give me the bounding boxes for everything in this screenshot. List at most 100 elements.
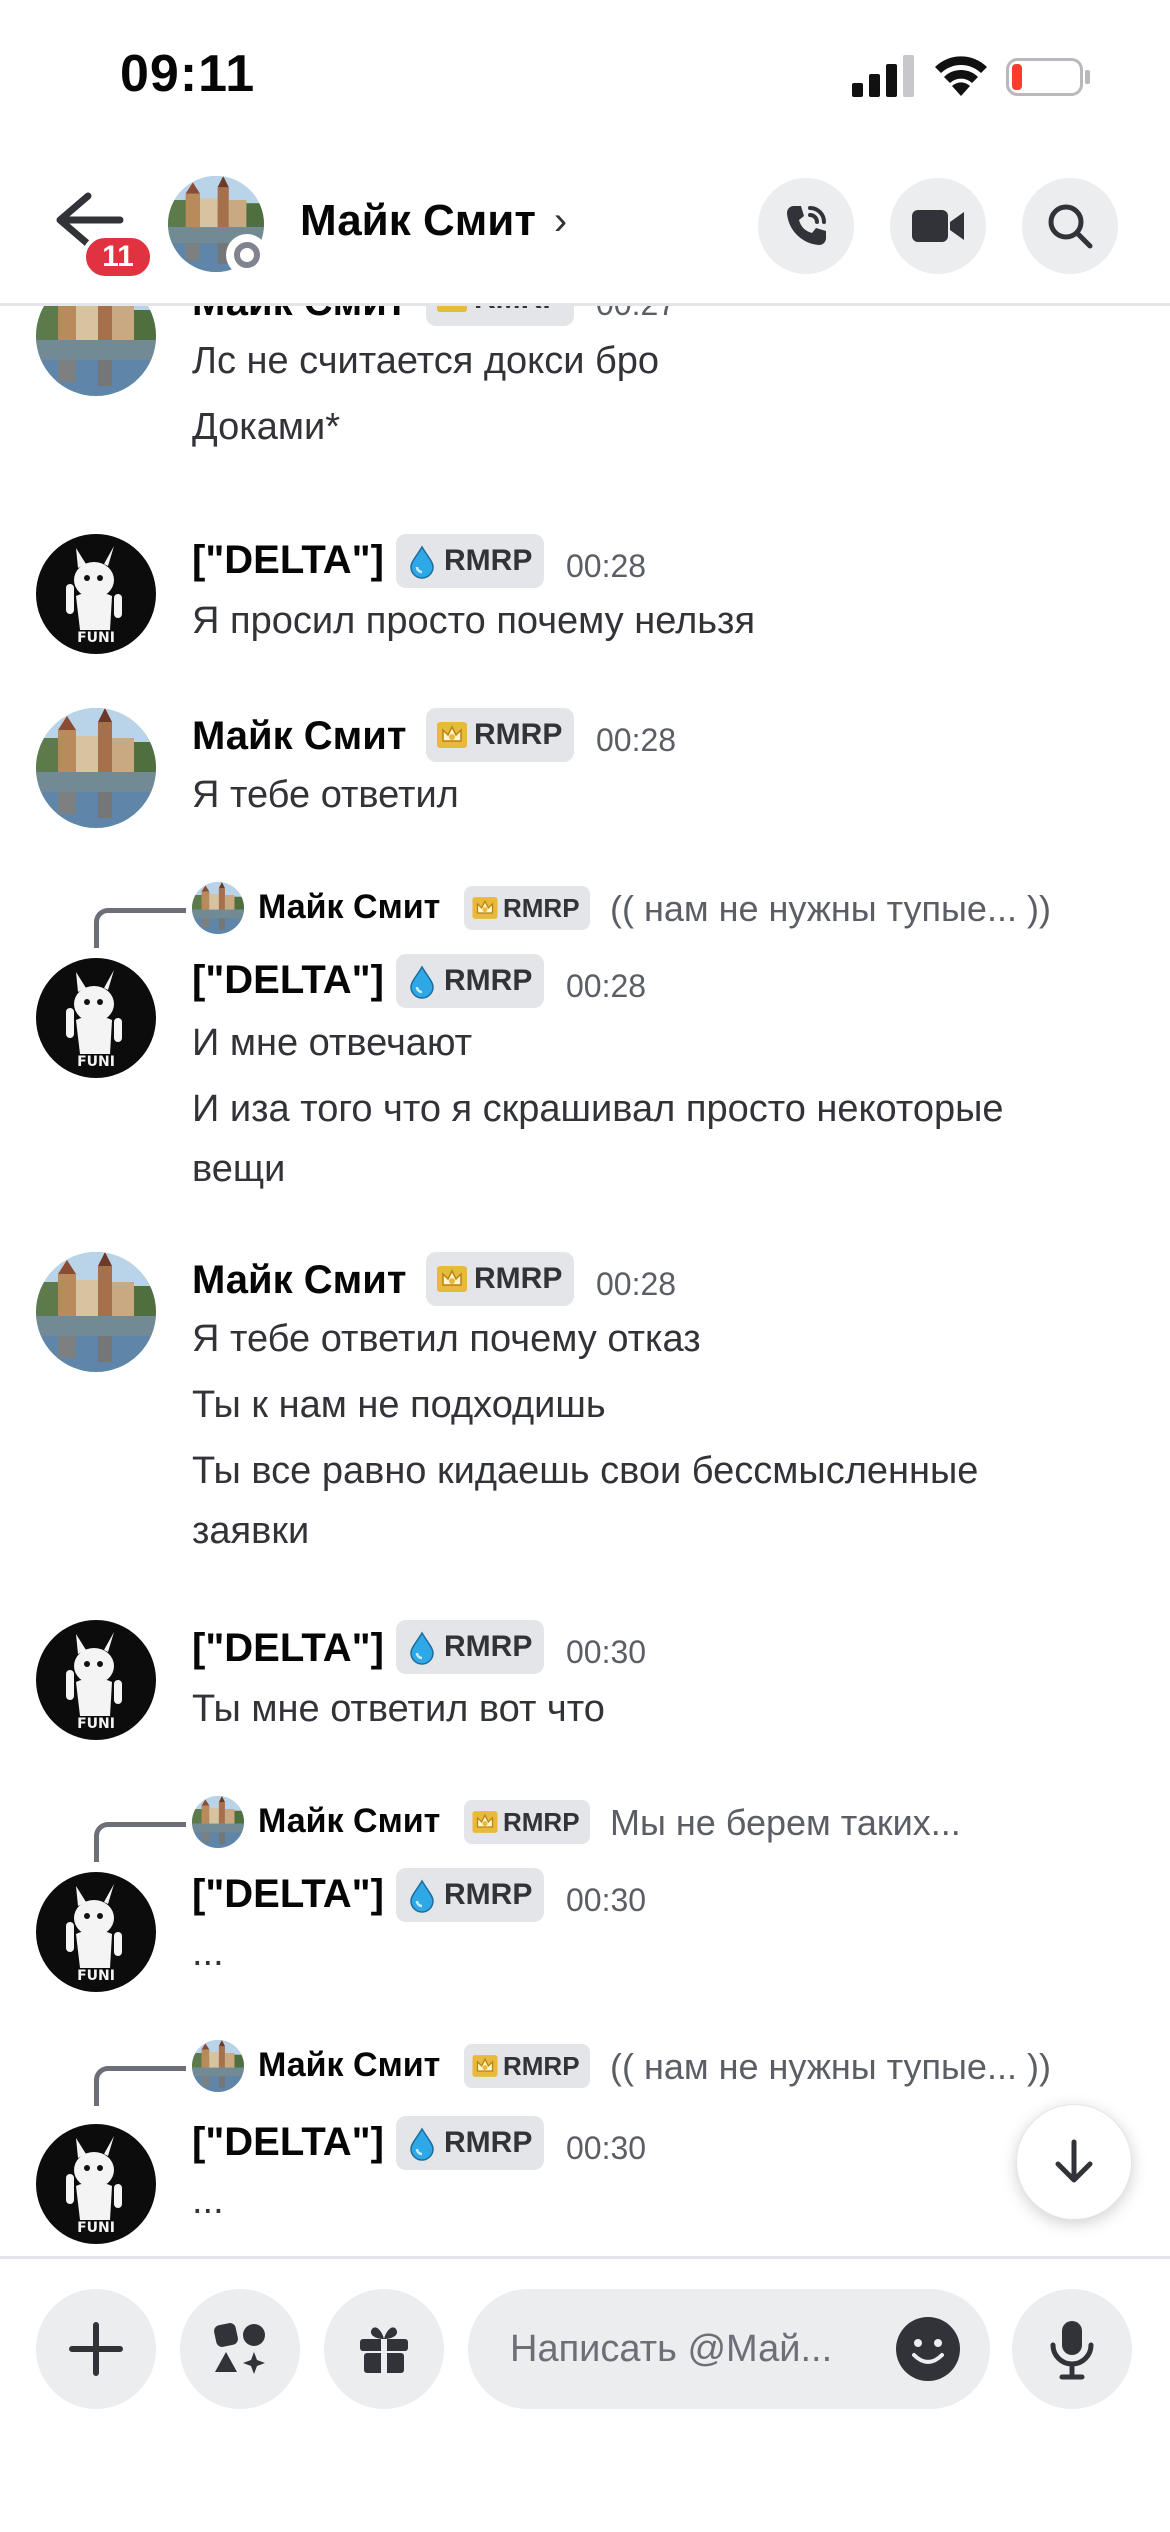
role-tag[interactable]: RMRP	[396, 1620, 545, 1674]
search-button[interactable]	[1022, 178, 1118, 274]
message-list[interactable]: Майк Смит RMRP 00:27 Лс не считается док…	[0, 306, 1170, 2256]
message-author[interactable]: ["DELTA"]	[192, 1626, 384, 1671]
drop-badge-icon	[404, 2125, 440, 2161]
reply-preview-text[interactable]: (( нам не нужны тупые... ))	[610, 888, 1051, 930]
role-tag[interactable]: RMRP	[464, 886, 590, 930]
page-title: Майк Смит	[300, 196, 536, 245]
message-author[interactable]: ["DELTA"]	[192, 958, 384, 1003]
apps-button[interactable]	[180, 2289, 300, 2409]
role-tag[interactable]: RMRP	[426, 306, 575, 326]
battery-low-icon	[1006, 58, 1090, 96]
role-tag[interactable]: RMRP	[396, 534, 545, 588]
camera-icon	[912, 210, 964, 242]
role-tag[interactable]: RMRP	[396, 954, 545, 1008]
message-timestamp: 00:27	[596, 306, 676, 323]
reply-connector	[94, 2066, 186, 2106]
message-timestamp: 00:28	[566, 968, 647, 1004]
message-timestamp: 00:28	[566, 548, 647, 584]
drop-badge-icon	[404, 1877, 440, 1913]
message-text: Доками*	[192, 406, 341, 448]
message-text: Ты мне ответил вот что	[192, 1688, 605, 1730]
reply-preview-text[interactable]: Мы не берем таких...	[610, 1802, 961, 1844]
search-icon	[1048, 204, 1093, 249]
message-author[interactable]: Майк Смит	[192, 714, 406, 759]
message-text: Я тебе ответил почему отказ	[192, 1318, 701, 1360]
message-text: И мне отвечают	[192, 1022, 473, 1064]
crown-badge-icon	[434, 306, 470, 317]
avatar[interactable]	[36, 534, 156, 654]
message-timestamp: 00:30	[566, 1634, 647, 1670]
role-tag[interactable]: RMRP	[464, 1800, 590, 1844]
message-text: вещи	[192, 1148, 286, 1190]
jump-to-latest-button[interactable]	[1016, 2104, 1132, 2220]
reply-author[interactable]: Майк Смит	[258, 1802, 440, 1841]
message-composer: Написать @Май...	[0, 2256, 1170, 2532]
avatar[interactable]	[36, 1872, 156, 1992]
conversation-title[interactable]: Майк Смит ›	[300, 196, 567, 246]
message-author[interactable]: Майк Смит	[192, 1258, 406, 1303]
message-input-placeholder: Написать @Май...	[510, 2327, 833, 2370]
avatar[interactable]	[36, 708, 156, 828]
crown-badge-icon	[434, 1261, 470, 1297]
emoji-icon[interactable]	[894, 2315, 962, 2383]
reply-author[interactable]: Майк Смит	[258, 2046, 440, 2085]
crown-badge-icon	[470, 893, 500, 923]
message-text: ...	[192, 1932, 224, 1974]
reply-connector	[94, 1822, 186, 1862]
message-text: Лс не считается докси бро	[192, 340, 660, 382]
message-input[interactable]: Написать @Май...	[468, 2289, 990, 2409]
message-author[interactable]: ["DELTA"]	[192, 538, 384, 583]
role-tag[interactable]: RMRP	[396, 2116, 545, 2170]
role-tag[interactable]: RMRP	[464, 2044, 590, 2088]
plus-icon	[69, 2322, 123, 2376]
message-text: ...	[192, 2180, 224, 2222]
add-attachment-button[interactable]	[36, 2289, 156, 2409]
status-bar: 09:11	[0, 0, 1170, 150]
phone-icon	[787, 206, 826, 245]
microphone-icon	[1050, 2321, 1094, 2380]
role-tag[interactable]: RMRP	[426, 708, 575, 762]
status-time: 09:11	[120, 45, 256, 103]
message-author[interactable]: ["DELTA"]	[192, 1872, 384, 1917]
role-tag[interactable]: RMRP	[426, 1252, 575, 1306]
message-text: заявки	[192, 1510, 310, 1552]
conversation-header: 11 Майк Смит ›	[0, 150, 1170, 306]
message-author[interactable]: ["DELTA"]	[192, 2120, 384, 2165]
reply-preview-text[interactable]: (( нам не нужны тупые... ))	[610, 2046, 1051, 2088]
avatar[interactable]	[192, 882, 244, 934]
drop-badge-icon	[404, 1629, 440, 1665]
avatar[interactable]	[36, 958, 156, 1078]
gift-icon	[360, 2327, 408, 2373]
avatar[interactable]	[36, 1620, 156, 1740]
gift-button[interactable]	[324, 2289, 444, 2409]
avatar[interactable]	[192, 1796, 244, 1848]
avatar[interactable]	[192, 2040, 244, 2092]
role-tag[interactable]: RMRP	[396, 1868, 545, 1922]
chevron-right-icon: ›	[553, 198, 568, 243]
video-call-button[interactable]	[890, 178, 986, 274]
avatar[interactable]	[36, 306, 156, 396]
message-text: Ты все равно кидаешь свои бессмысленные	[192, 1450, 979, 1492]
avatar[interactable]	[36, 2124, 156, 2244]
drop-badge-icon	[404, 963, 440, 999]
offline-status-icon	[226, 234, 268, 276]
message-timestamp: 00:28	[596, 1266, 677, 1302]
cellular-signal-icon	[852, 55, 914, 97]
message-timestamp: 00:28	[596, 722, 677, 758]
message-author[interactable]: Майк Смит	[192, 306, 406, 325]
reply-connector	[94, 908, 186, 948]
message-text: Ты к нам не подходишь	[192, 1384, 606, 1426]
unread-count-badge: 11	[82, 234, 154, 280]
voice-message-button[interactable]	[1012, 2289, 1132, 2409]
voice-call-button[interactable]	[758, 178, 854, 274]
reply-author[interactable]: Майк Смит	[258, 888, 440, 927]
arrow-down-icon	[1055, 2139, 1093, 2183]
avatar[interactable]	[36, 1252, 156, 1372]
crown-badge-icon	[434, 717, 470, 753]
wifi-icon	[935, 56, 987, 96]
crown-badge-icon	[470, 2051, 500, 2081]
message-text: Я тебе ответил	[192, 774, 459, 816]
apps-icon	[214, 2323, 265, 2374]
message-text: И иза того что я скрашивал просто некото…	[192, 1088, 1004, 1130]
crown-badge-icon	[470, 1807, 500, 1837]
